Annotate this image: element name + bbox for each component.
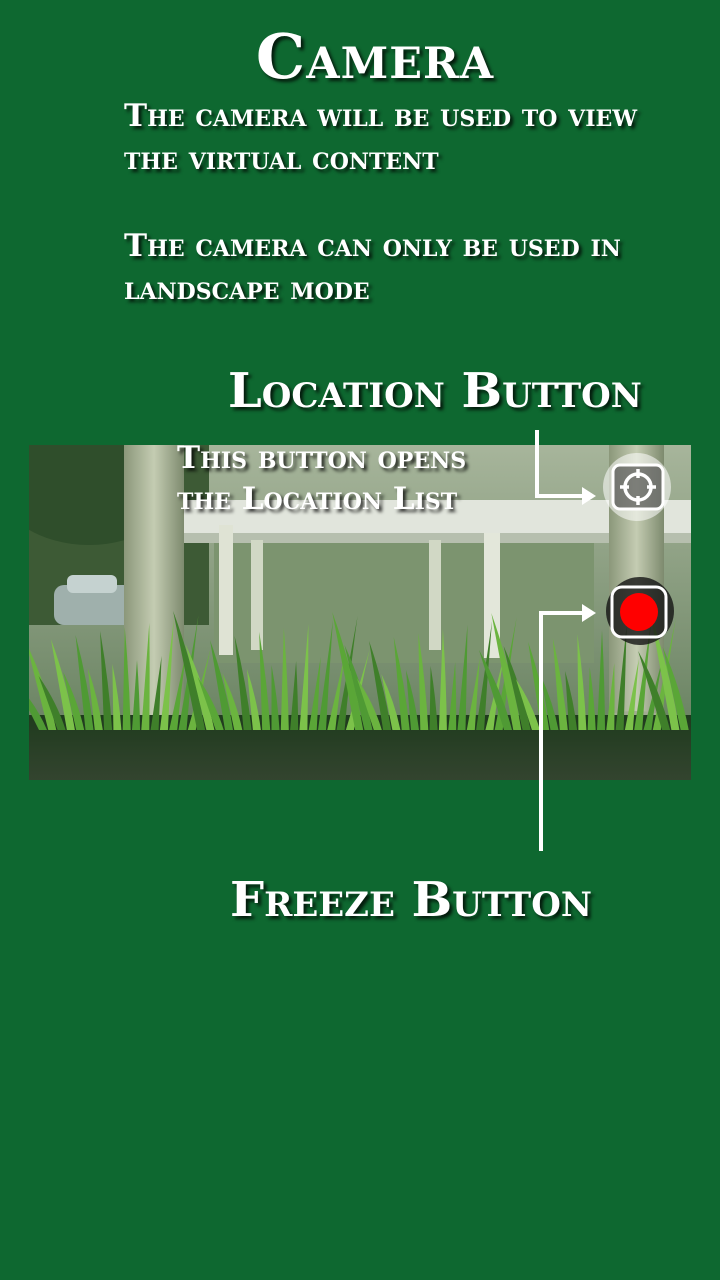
record-dot-icon — [606, 577, 674, 645]
location-desc-line-2: the Location List — [177, 481, 458, 517]
intro-text-2: The camera can only be used in landscape… — [124, 228, 621, 307]
location-button[interactable] — [601, 453, 675, 521]
crosshair-target-icon — [603, 453, 671, 521]
intro-text-1: The camera will be used to view the virt… — [124, 98, 638, 177]
page-title: Camera — [255, 20, 495, 93]
freeze-button[interactable] — [602, 576, 678, 646]
freeze-button-heading: Freeze Button — [230, 872, 592, 928]
location-button-description: This button opens the Location List — [177, 438, 466, 520]
location-button-heading: Location Button — [228, 363, 642, 419]
location-desc-line-1: This button opens — [177, 440, 467, 476]
